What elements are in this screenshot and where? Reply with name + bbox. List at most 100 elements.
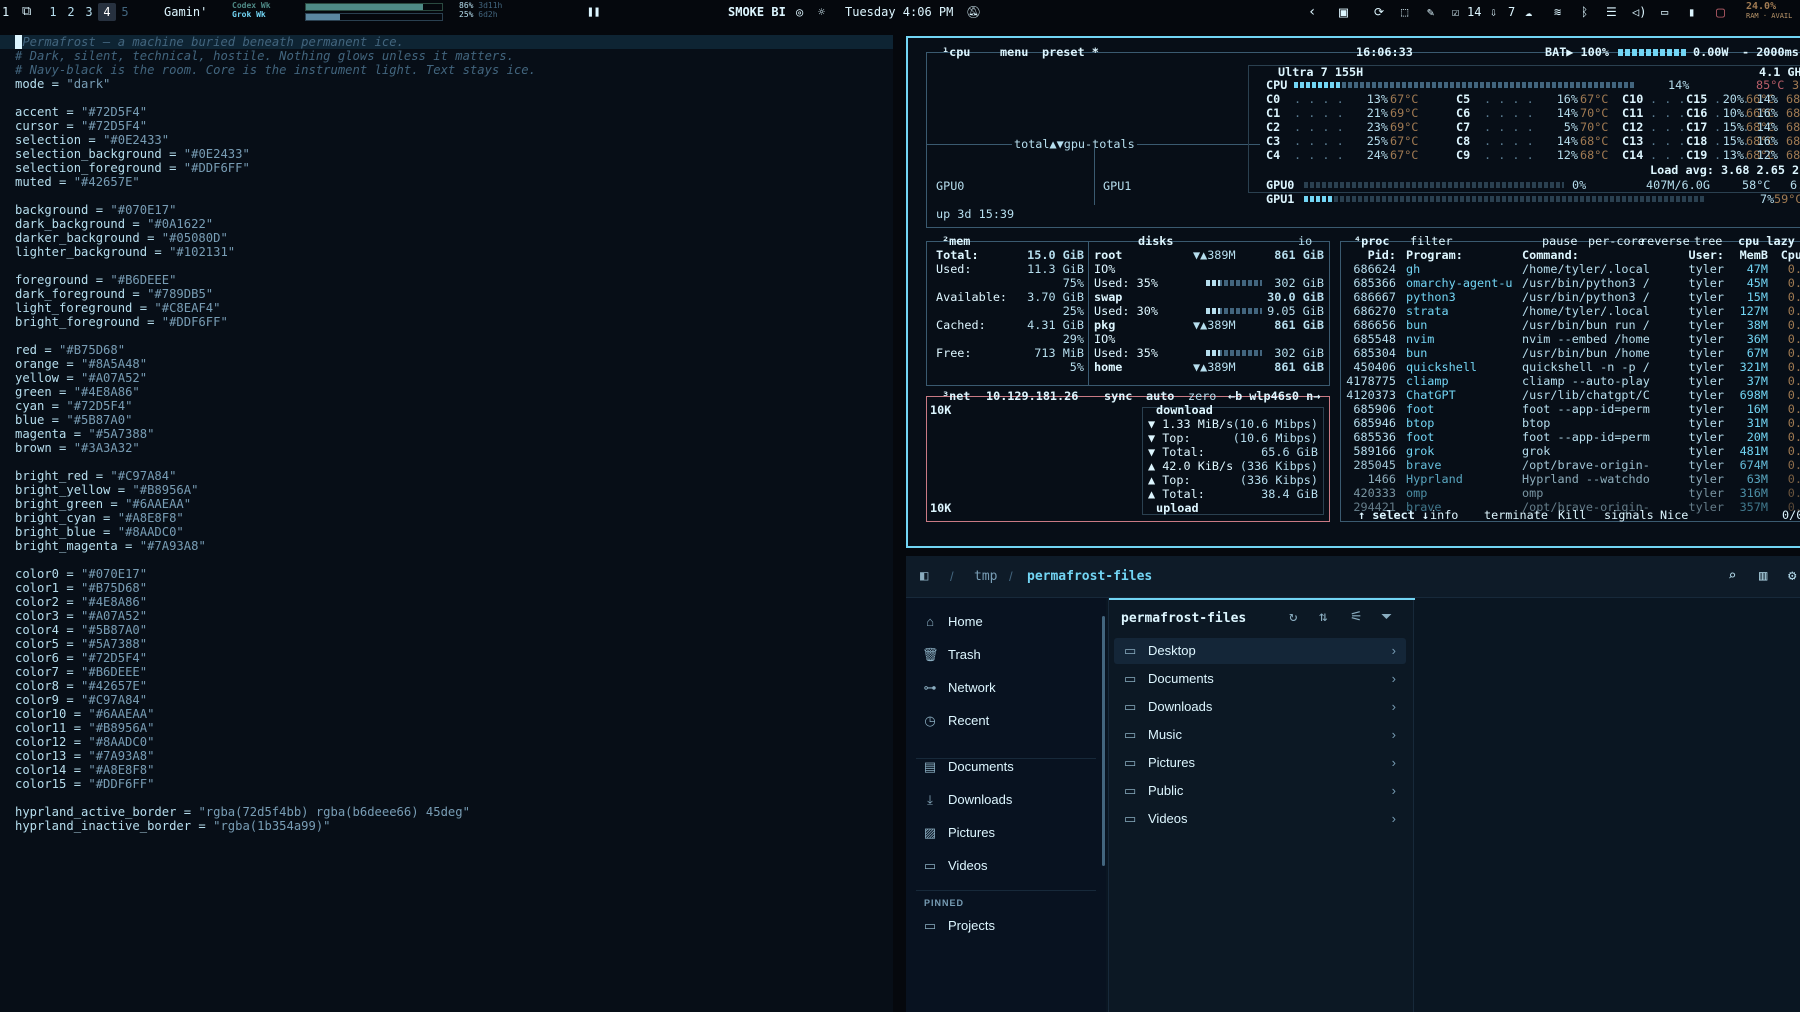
cpu-menu[interactable]: menu — [1000, 45, 1028, 59]
proc-header-option[interactable]: filter — [1410, 234, 1453, 248]
workspace-2[interactable]: 2 — [62, 3, 80, 21]
proc-row[interactable]: 450406 quickshell quickshell -n -p / tyler 3… — [908, 360, 1800, 374]
screenshot-icon[interactable]: ⬚ — [1401, 0, 1408, 24]
sort-icon[interactable]: ⇅ — [1319, 609, 1327, 625]
proc-header-option[interactable]: pause — [1542, 234, 1578, 248]
cpu-tab[interactable]: ¹cpu — [942, 45, 970, 59]
cpu-chip-icon[interactable]: ▢ — [1716, 0, 1725, 24]
proc-row[interactable]: 685946 btop btop tyler 31M 0. — [908, 416, 1800, 430]
sidebar-item-videos[interactable]: ▭ Videos — [922, 854, 988, 878]
proc-row[interactable]: 685548 nvim nvim --embed /home tyler 36M 0. — [908, 332, 1800, 346]
proc-column-header[interactable]: Cpu — [1776, 248, 1800, 262]
cloud-icon[interactable]: ☁ — [1525, 0, 1532, 24]
proc-column-header[interactable]: User: — [1680, 248, 1724, 262]
proc-footer-action[interactable]: Kill — [1558, 508, 1586, 522]
chevron-left-icon[interactable]: ‹ — [1308, 0, 1316, 24]
brightness-icon[interactable]: ☼ — [818, 0, 825, 24]
proc-row[interactable]: 686270 strata/home/tyler/.local tyler 127M 0… — [908, 304, 1800, 318]
battery-icon[interactable]: ▮ — [1688, 0, 1695, 24]
clock[interactable]: Tuesday 4:06 PM — [845, 0, 953, 24]
app-tray-icon[interactable]: ▣ — [1339, 0, 1348, 24]
folder-row-pictures[interactable]: ▭ Pictures › — [1114, 750, 1406, 776]
proc-header-option[interactable]: per-core — [1588, 234, 1645, 248]
filter-icon[interactable]: ⏷ — [1381, 609, 1392, 625]
workspace-3[interactable]: 3 — [80, 3, 98, 21]
bluetooth-icon[interactable]: ᛒ — [1581, 0, 1588, 24]
proc-column-header[interactable]: Command: — [1522, 248, 1579, 262]
proc-footer-action[interactable]: ↑ select ↓ — [1358, 508, 1429, 522]
proc-header-option[interactable]: reverse — [1640, 234, 1690, 248]
proc-header-option[interactable]: ⁴proc — [1354, 234, 1390, 248]
path-current[interactable]: permafrost-files — [1027, 569, 1152, 584]
search-icon[interactable]: ⌕ — [1728, 568, 1736, 584]
sidebar-item-downloads[interactable]: ⤓ Downloads — [922, 788, 1012, 812]
sidebar-item-recent[interactable]: ◷ Recent — [922, 709, 989, 733]
proc-footer-action[interactable]: signals — [1604, 508, 1654, 522]
proc-row[interactable]: 285045 brave/opt/brave-origin-tyler 674M 0. — [908, 458, 1800, 472]
proc-row[interactable]: 1466 Hyprland Hyprland --watchdo tyler 63M 0. — [908, 472, 1800, 486]
workspace-5[interactable]: 5 — [116, 3, 134, 21]
mem-header[interactable]: ²mem — [942, 234, 970, 248]
proc-column-header[interactable]: Pid: — [1344, 248, 1396, 262]
sidebar-item-trash[interactable]: 🗑 Trash — [922, 643, 981, 667]
proc-row[interactable]: 589166 grok grok tyler 481M 0. — [908, 444, 1800, 458]
sidebar-item-network[interactable]: ⊶ Network — [922, 676, 996, 700]
folder-row-music[interactable]: ▭ Music › — [1114, 722, 1406, 748]
proc-header-option[interactable]: cpu lazy — [1738, 234, 1795, 248]
folder-row-desktop[interactable]: ▭ Desktop › — [1114, 638, 1406, 664]
proc-row[interactable]: 685304 bun/usr/bin/bun /home tyler 67M 0. — [908, 346, 1800, 360]
proc-row[interactable]: 686624 gh/home/tyler/.local tyler 47M 0. — [908, 262, 1800, 276]
gpu-totals-label[interactable]: total▲▼gpu-totals — [1012, 137, 1137, 151]
path-tmp[interactable]: tmp — [974, 569, 997, 584]
pause-icon[interactable]: ❚❚ — [587, 0, 600, 24]
sidebar-item-pictures[interactable]: ▨ Pictures — [922, 821, 995, 845]
folder-row-videos[interactable]: ▭ Videos › — [1114, 806, 1406, 832]
notifications-off-icon[interactable]: 🔕︎ — [966, 0, 981, 24]
proc-header-option[interactable]: tree — [1694, 234, 1722, 248]
workspace-1[interactable]: 1 — [44, 3, 62, 21]
folder-row-documents[interactable]: ▭ Documents › — [1114, 666, 1406, 692]
columns-view-icon[interactable]: ▥ — [1759, 568, 1767, 584]
editor-pane[interactable]: Permafrost — a machine buried beneath pe… — [0, 35, 893, 1012]
folder-row-public[interactable]: ▭ Public › — [1114, 778, 1406, 804]
proc-column-header[interactable]: MemB — [1730, 248, 1768, 262]
pinned-item-projects[interactable]: ▭ Projects — [922, 914, 995, 938]
disks-io-label[interactable]: io — [1298, 234, 1312, 248]
workspace-4[interactable]: 4 — [98, 3, 116, 21]
cpu-preset[interactable]: preset * — [1042, 45, 1099, 59]
proc-footer-action[interactable]: Nice — [1660, 508, 1688, 522]
path-root[interactable]: / — [950, 569, 954, 584]
proc-row[interactable]: 4178775 cliamp cliamp --auto-play tyler 37M 0… — [908, 374, 1800, 388]
btop-window[interactable]: ¹cpu menu preset * 16:06:33 BAT▶ 100% 0.… — [906, 36, 1800, 548]
proc-footer-action[interactable]: terminate — [1484, 508, 1548, 522]
proc-column-header[interactable]: Program: — [1406, 248, 1463, 262]
settings-icon[interactable]: ⚙ — [1788, 568, 1796, 584]
layout-icon[interactable]: ⧉ — [22, 0, 31, 24]
options-icon[interactable]: ⚟ — [1350, 609, 1363, 625]
proc-row[interactable]: 420333 omp omp tyler 316M 0. — [908, 486, 1800, 500]
storage-icon[interactable]: ☰ — [1606, 0, 1617, 24]
sidebar-toggle-icon[interactable]: ◧ — [920, 568, 928, 584]
file-manager-window[interactable]: ◧ / tmp / permafrost-files ⌕ ▥ ⚙ ⌂ Home 🗑 T… — [906, 556, 1800, 1012]
folder-row-downloads[interactable]: ▭ Downloads › — [1114, 694, 1406, 720]
sidebar-item-home[interactable]: ⌂ Home — [922, 610, 983, 634]
proc-row[interactable]: 686667 python3/usr/bin/python3 / tyler 15M 0… — [908, 290, 1800, 304]
proc-row[interactable]: 685906 foot foot --app-id=perm tyler 16M 0. — [908, 402, 1800, 416]
proc-row[interactable]: 686656 bun/usr/bin/bun run / tyler 38M 0. — [908, 318, 1800, 332]
proc-row[interactable]: 4120373 ChatGPT/usr/lib/chatgpt/C tyler 698… — [908, 388, 1800, 402]
updates-icon[interactable]: ⇩ — [1490, 0, 1497, 24]
proc-footer-action[interactable]: info — [1430, 508, 1458, 522]
disks-header[interactable]: disks — [1138, 234, 1174, 248]
proc-footer-action[interactable]: 0/0 — [1782, 508, 1800, 522]
fingerprint-icon[interactable]: ◎ — [796, 0, 803, 24]
tasks-icon[interactable]: ☑ — [1452, 0, 1459, 24]
sidebar-scrollbar[interactable] — [1102, 616, 1105, 866]
volume-icon[interactable]: ◁) — [1632, 0, 1646, 24]
refresh-icon[interactable]: ↻ — [1289, 609, 1297, 625]
display-icon[interactable]: ▭ — [1661, 0, 1668, 24]
edit-icon[interactable]: ✎ — [1427, 0, 1434, 24]
proc-row[interactable]: 685536 foot foot --app-id=perm tyler 20M 0. — [908, 430, 1800, 444]
proc-row[interactable]: 685366 omarchy-agent-u/usr/bin/python3 / t… — [908, 276, 1800, 290]
sync-icon[interactable]: ⟳ — [1374, 0, 1384, 24]
wifi-icon[interactable]: ≋ — [1554, 0, 1561, 24]
